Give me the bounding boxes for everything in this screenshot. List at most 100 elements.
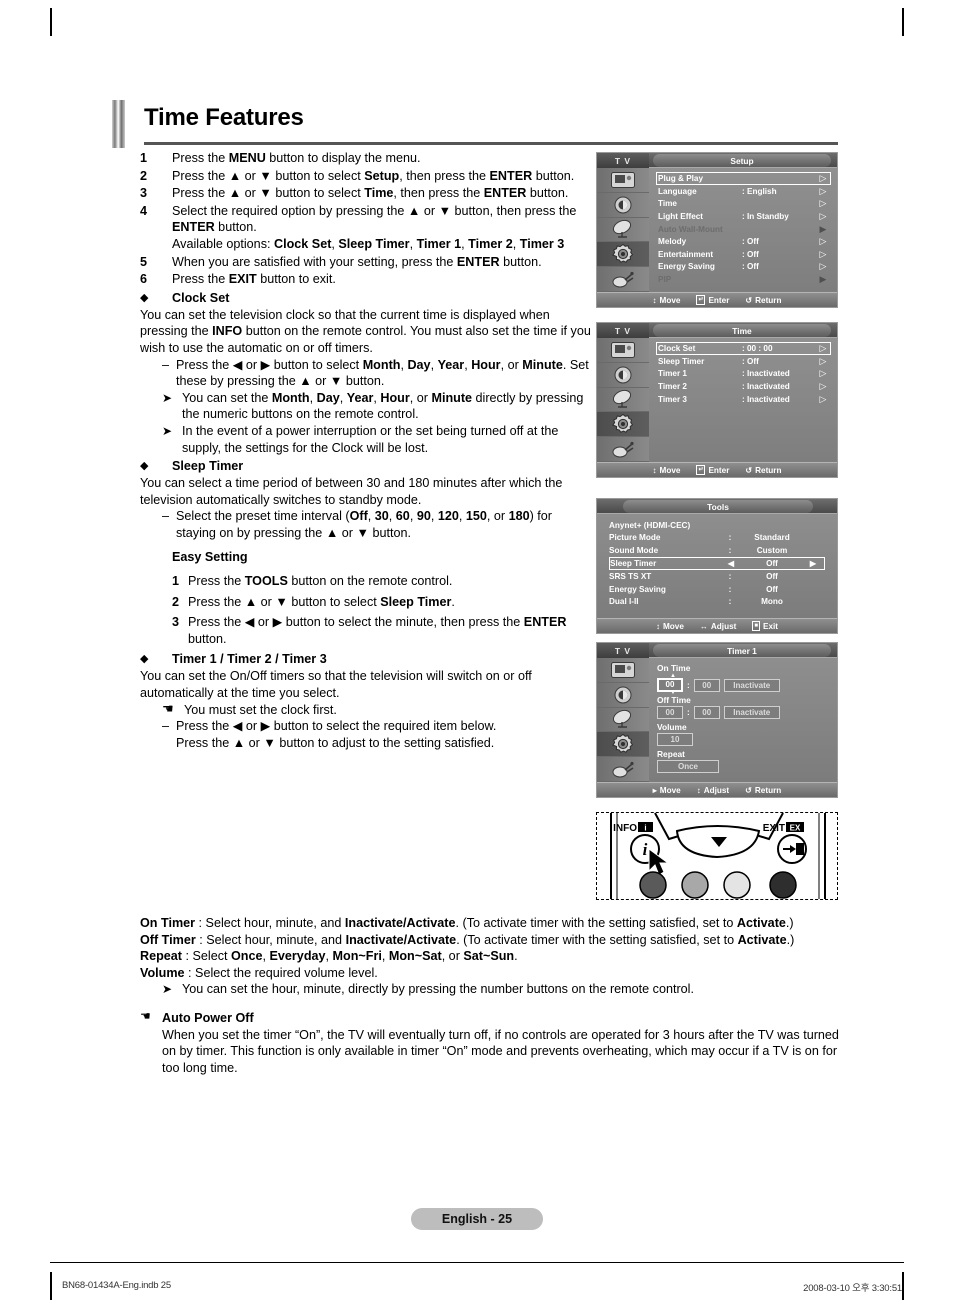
on-time-row: 00 : 00 Inactivate bbox=[657, 678, 837, 692]
menu-item-auto-wall-mount[interactable]: Auto Wall-Mount ▶ bbox=[656, 223, 831, 236]
menu-value: : Inactivated bbox=[742, 381, 790, 391]
menu-item-energy-saving[interactable]: Energy Saving : Off bbox=[609, 583, 825, 596]
picture-icon[interactable] bbox=[597, 338, 649, 363]
input-plug-icon[interactable] bbox=[597, 757, 649, 782]
section-paragraph: You can select a time period of between … bbox=[140, 476, 563, 507]
page-title: Time Features bbox=[144, 104, 304, 131]
up-down-arrows-icon: ↕ bbox=[655, 621, 660, 631]
left-arrow-icon[interactable]: ◀ bbox=[720, 558, 742, 568]
right-arrow-icon[interactable]: ▶ bbox=[802, 558, 824, 568]
section-paragraph: When you set the timer “On”, the TV will… bbox=[162, 1027, 839, 1075]
repeat-field[interactable]: Once bbox=[657, 760, 719, 773]
footer-filename: BN68-01434A-Eng.indb 25 bbox=[62, 1280, 171, 1291]
setup-gear-icon[interactable] bbox=[597, 242, 649, 268]
hint-exit: ■ Exit bbox=[752, 621, 779, 631]
step-text: Press the ▲ or ▼ button to select Sleep … bbox=[188, 594, 455, 609]
osd-menu-list: Plug & Play ▷ Language : English ▷ Time … bbox=[649, 168, 837, 292]
sound-icon[interactable] bbox=[597, 193, 649, 218]
menu-item-sleep-timer[interactable]: Sleep Timer ◀ Off ▶ bbox=[609, 556, 825, 571]
input-plug-icon[interactable] bbox=[597, 437, 649, 462]
sound-icon[interactable] bbox=[597, 683, 649, 708]
step-number: 1 bbox=[140, 151, 148, 165]
menu-item-sleep-timer[interactable]: Sleep Timer : Off ▷ bbox=[656, 355, 831, 368]
menu-item-srs-ts-xt[interactable]: SRS TS XT : Off bbox=[609, 570, 825, 583]
picture-icon[interactable] bbox=[597, 658, 649, 683]
menu-item-energy-saving[interactable]: Energy Saving : Off ▷ bbox=[656, 261, 831, 274]
menu-item-dual-i-ii[interactable]: Dual I-II : Mono bbox=[609, 595, 825, 608]
hint-adjust: ↔ Adjust bbox=[699, 621, 737, 631]
hint-enter: ↵ Enter bbox=[696, 465, 730, 475]
dash-icon: – bbox=[162, 719, 170, 734]
menu-value: : 00 : 00 bbox=[742, 344, 773, 353]
menu-item-time[interactable]: Time ▷ bbox=[656, 198, 831, 211]
menu-item-entertainment[interactable]: Entertainment : Off ▷ bbox=[656, 248, 831, 261]
off-hour-field[interactable]: 00 bbox=[657, 706, 683, 719]
osd-titlebar: T V Setup bbox=[597, 153, 837, 168]
channel-dish-icon[interactable] bbox=[597, 218, 649, 243]
svg-text:i: i bbox=[643, 840, 648, 859]
menu-item-timer-2[interactable]: Timer 2 : Inactivated ▷ bbox=[656, 380, 831, 393]
note-text: You can set the hour, minute, directly b… bbox=[182, 982, 694, 997]
up-down-arrows-icon: ↕ bbox=[652, 465, 657, 475]
menu-item-language[interactable]: Language : English ▷ bbox=[656, 185, 831, 198]
menu-label: Plug & Play bbox=[658, 174, 704, 183]
crop-mark-bottom-left bbox=[50, 1272, 52, 1300]
off-state-field[interactable]: Inactivate bbox=[723, 706, 780, 719]
easy-setting-heading: Easy Setting bbox=[172, 550, 248, 565]
channel-dish-icon[interactable] bbox=[597, 708, 649, 733]
menu-item-melody[interactable]: Melody : Off ▷ bbox=[656, 235, 831, 248]
hint-enter: ↵ Enter bbox=[696, 295, 730, 305]
osd-tv-label: T V bbox=[597, 153, 649, 168]
instructions-column: 1 Press the MENU button to display the m… bbox=[140, 150, 592, 751]
arrow-note-icon: ➤ bbox=[162, 982, 173, 997]
hand-note-item: ☚ You must set the clock first. bbox=[162, 702, 592, 719]
osd-footer-hints: ↕ Move ↵ Enter ↺ Return bbox=[597, 292, 837, 307]
menu-item-timer-1[interactable]: Timer 1 : Inactivated ▷ bbox=[656, 368, 831, 381]
sound-icon[interactable] bbox=[597, 363, 649, 388]
on-minute-field[interactable]: 00 bbox=[693, 678, 720, 692]
menu-label: PIP bbox=[658, 274, 672, 284]
off-time-row: 00 : 00 Inactivate bbox=[657, 706, 837, 719]
osd-title: Timer 1 bbox=[653, 644, 831, 657]
on-state-field[interactable]: Inactivate bbox=[723, 678, 780, 692]
osd-body: On Time ▲ 00 : 00 Inactivate ▼ Off Time … bbox=[597, 658, 837, 782]
menu-item-clock-set[interactable]: Clock Set : 00 : 00 ▷ bbox=[656, 342, 831, 355]
step-number: 5 bbox=[140, 254, 148, 269]
list-item: 6 Press the EXIT button to exit. bbox=[140, 271, 592, 288]
time-colon: : bbox=[687, 708, 690, 717]
timer-details-column: On Timer : Select hour, minute, and Inac… bbox=[140, 915, 840, 1076]
chevron-right-icon: ▶ bbox=[819, 273, 827, 284]
menu-label: Energy Saving bbox=[658, 262, 715, 272]
picture-icon[interactable] bbox=[597, 168, 649, 193]
step-text: Press the MENU button to display the men… bbox=[172, 151, 421, 165]
setup-gear-icon[interactable] bbox=[597, 732, 649, 758]
menu-value: : Inactivated bbox=[742, 369, 790, 379]
menu-item-light-effect[interactable]: Light Effect : In Standby ▷ bbox=[656, 210, 831, 223]
menu-item-anynet[interactable]: Anynet+ (HDMI-CEC) bbox=[609, 519, 825, 532]
off-minute-field[interactable]: 00 bbox=[693, 706, 720, 719]
menu-item-plug-and-play[interactable]: Plug & Play ▷ bbox=[656, 172, 831, 185]
channel-dish-icon[interactable] bbox=[597, 388, 649, 413]
enter-key-icon: ↵ bbox=[696, 295, 706, 305]
note-text: You can set the Month, Day, Year, Hour, … bbox=[182, 390, 584, 422]
pointing-hand-icon: ☚ bbox=[162, 700, 174, 716]
footer-timestamp: 2008-03-10 오후 3:30:51 bbox=[803, 1283, 902, 1294]
menu-value: : Off bbox=[742, 356, 759, 366]
menu-item-picture-mode[interactable]: Picture Mode : Standard bbox=[609, 532, 825, 545]
section-heading: Timer 1 / Timer 2 / Timer 3 bbox=[172, 652, 327, 667]
step-text: Press the TOOLS button on the remote con… bbox=[188, 574, 453, 589]
menu-value: Custom bbox=[756, 545, 788, 555]
chevron-right-icon: ▷ bbox=[819, 185, 827, 196]
menu-item-pip[interactable]: PIP ▶ bbox=[656, 273, 831, 286]
osd-body: Clock Set : 00 : 00 ▷ Sleep Timer : Off … bbox=[597, 338, 837, 462]
menu-item-sound-mode[interactable]: Sound Mode : Custom bbox=[609, 544, 825, 557]
menu-value: Off bbox=[766, 558, 778, 568]
input-plug-icon[interactable] bbox=[597, 267, 649, 292]
menu-item-timer-3[interactable]: Timer 3 : Inactivated ▷ bbox=[656, 393, 831, 406]
menu-value: : English bbox=[742, 186, 777, 196]
up-down-arrows-icon: ↕ bbox=[696, 785, 701, 795]
list-item: 1 Press the MENU button to display the m… bbox=[140, 150, 592, 167]
setup-gear-icon[interactable] bbox=[597, 412, 649, 438]
volume-field[interactable]: 10 bbox=[657, 733, 693, 746]
svg-text:EX: EX bbox=[790, 824, 801, 833]
